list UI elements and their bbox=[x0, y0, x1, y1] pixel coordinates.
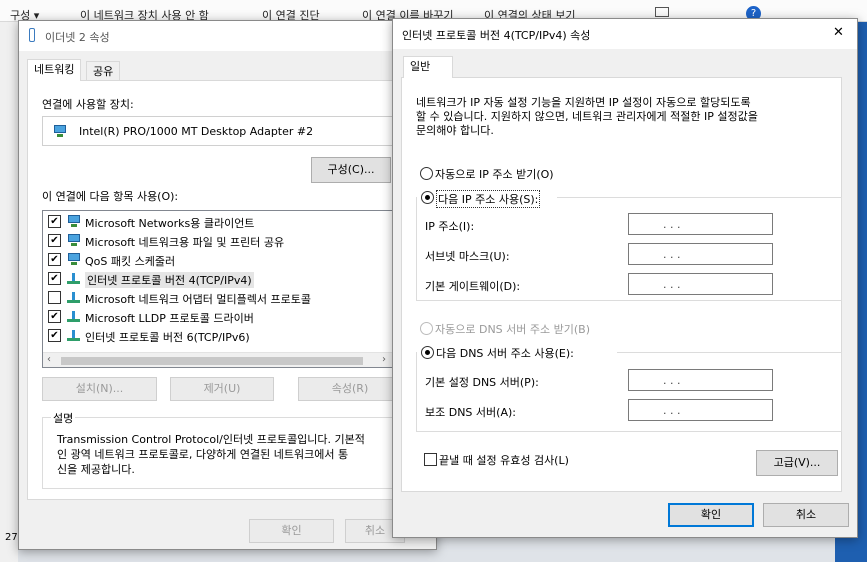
qos-icon bbox=[67, 253, 81, 265]
auto-dns-label[interactable]: 자동으로 DNS 서버 주소 받기(B) bbox=[435, 321, 590, 337]
background-left-pane: 27 bbox=[0, 22, 18, 562]
list-item[interactable]: ✔ QoS 패킷 스케줄러 bbox=[43, 250, 393, 269]
ipv4-cancel-button[interactable]: 취소 bbox=[763, 503, 849, 527]
item-checkbox[interactable]: ✔ bbox=[48, 310, 61, 323]
description-line-1: Transmission Control Protocol/인터넷 프로토콜입니… bbox=[57, 433, 365, 446]
ipv4-titlebar: 인터넷 프로토콜 버전 4(TCP/IPv4) 속성 ✕ bbox=[393, 19, 857, 49]
manual-ip-label[interactable]: 다음 IP 주소 사용(S): bbox=[436, 190, 541, 208]
install-button[interactable]: 설치(N)... bbox=[42, 377, 157, 401]
network-adapter-icon bbox=[53, 125, 67, 137]
subnet-mask-dots: . . . bbox=[663, 248, 681, 261]
network-client-icon bbox=[67, 215, 81, 227]
description-label: 설명 bbox=[51, 410, 76, 426]
advanced-button[interactable]: 고급(V)... bbox=[756, 450, 838, 476]
preferred-dns-input[interactable]: . . . bbox=[628, 369, 773, 391]
auto-ip-label[interactable]: 자동으로 IP 주소 받기(O) bbox=[435, 166, 554, 182]
items-list[interactable]: ✔ Microsoft Networks용 클라이언트 ✔ Microsoft 네트워… bbox=[42, 210, 394, 368]
item-checkbox[interactable]: ✔ bbox=[48, 272, 61, 285]
item-checkbox[interactable]: ✔ bbox=[48, 234, 61, 247]
ip-address-label: IP 주소(I): bbox=[425, 220, 475, 233]
ethernet-titlebar: 이더넷 2 속성 bbox=[19, 21, 436, 51]
description-line-3: 신을 제공합니다. bbox=[57, 463, 135, 476]
scroll-left-icon[interactable]: ‹ bbox=[47, 354, 51, 365]
view-icon[interactable] bbox=[655, 7, 669, 17]
protocol-icon bbox=[67, 291, 80, 303]
item-label: Microsoft 네트워크용 파일 및 프린터 공유 bbox=[85, 236, 285, 249]
intro-line-1: 네트워크가 IP 자동 설정 기능을 지원하면 IP 설정이 자동으로 할당되도… bbox=[416, 96, 751, 109]
alternate-dns-label: 보조 DNS 서버(A): bbox=[425, 406, 516, 419]
ethernet-dialog-title: 이더넷 2 속성 bbox=[45, 31, 110, 44]
subnet-mask-label: 서브넷 마스크(U): bbox=[425, 250, 510, 263]
tab-networking[interactable]: 네트워킹 bbox=[27, 59, 82, 81]
preferred-dns-label: 기본 설정 DNS 서버(P): bbox=[425, 376, 539, 389]
preferred-dns-dots: . . . bbox=[663, 374, 681, 387]
manual-dns-label[interactable]: 다음 DNS 서버 주소 사용(E): bbox=[436, 345, 574, 361]
validate-label[interactable]: 끝낼 때 설정 유효성 검사(L) bbox=[439, 452, 569, 468]
ip-address-dots: . . . bbox=[663, 218, 681, 231]
close-icon[interactable]: ✕ bbox=[833, 25, 844, 40]
intro-line-3: 문의해야 합니다. bbox=[416, 124, 494, 137]
items-label: 이 연결에 다음 항목 사용(O): bbox=[42, 190, 179, 203]
item-label: 인터넷 프로토콜 버전 4(TCP/IPv4) bbox=[85, 272, 254, 288]
list-item[interactable]: ✔ 인터넷 프로토콜 버전 4(TCP/IPv4) bbox=[43, 269, 393, 288]
list-item[interactable]: ✔ Microsoft LLDP 프로토콜 드라이버 bbox=[43, 307, 393, 326]
manual-ip-radio[interactable] bbox=[421, 191, 434, 204]
item-label: Microsoft Networks용 클라이언트 bbox=[85, 217, 255, 230]
adapter-name: Intel(R) PRO/1000 MT Desktop Adapter #2 bbox=[79, 125, 314, 138]
gateway-label: 기본 게이트웨이(D): bbox=[425, 280, 521, 293]
item-checkbox[interactable] bbox=[48, 291, 61, 304]
adapter-box: Intel(R) PRO/1000 MT Desktop Adapter #2 bbox=[42, 116, 430, 146]
manual-ip-group: 다음 IP 주소 사용(S): IP 주소(I): . . . 서브넷 마스크(… bbox=[416, 185, 842, 301]
scroll-right-icon[interactable]: › bbox=[382, 354, 386, 365]
list-item[interactable]: Microsoft 네트워크 어댑터 멀티플렉서 프로토콜 bbox=[43, 288, 393, 307]
ipv4-dialog-title: 인터넷 프로토콜 버전 4(TCP/IPv4) 속성 bbox=[402, 29, 591, 42]
auto-ip-radio[interactable] bbox=[420, 167, 433, 180]
protocol-icon bbox=[67, 272, 80, 284]
gateway-dots: . . . bbox=[663, 278, 681, 291]
auto-dns-radio[interactable] bbox=[420, 322, 433, 335]
manual-dns-group: 다음 DNS 서버 주소 사용(E): 기본 설정 DNS 서버(P): . .… bbox=[416, 340, 842, 432]
networking-panel: 연결에 사용할 장치: Intel(R) PRO/1000 MT Desktop… bbox=[27, 80, 430, 500]
ethernet-ok-button[interactable]: 확인 bbox=[249, 519, 334, 543]
alternate-dns-dots: . . . bbox=[663, 404, 681, 417]
list-item[interactable]: ✔ Microsoft Networks용 클라이언트 bbox=[43, 212, 393, 231]
subnet-mask-input[interactable]: . . . bbox=[628, 243, 773, 265]
tab-general[interactable]: 일반 bbox=[403, 56, 453, 78]
item-count: 27 bbox=[5, 532, 18, 543]
file-printer-share-icon bbox=[67, 234, 81, 246]
configure-button[interactable]: 구성(C)... bbox=[311, 157, 391, 183]
ip-address-input[interactable]: . . . bbox=[628, 213, 773, 235]
description-group: 설명 Transmission Control Protocol/인터넷 프로토… bbox=[42, 410, 394, 489]
ethernet-icon bbox=[29, 28, 35, 42]
scrollbar-thumb[interactable] bbox=[61, 357, 363, 365]
connect-using-label: 연결에 사용할 장치: bbox=[42, 98, 134, 111]
list-item[interactable]: ✔ Microsoft 네트워크용 파일 및 프린터 공유 bbox=[43, 231, 393, 250]
item-label: Microsoft LLDP 프로토콜 드라이버 bbox=[85, 312, 254, 325]
horizontal-scrollbar[interactable]: ‹ › bbox=[43, 352, 393, 367]
list-item[interactable]: ✔ 인터넷 프로토콜 버전 6(TCP/IPv6) bbox=[43, 326, 393, 345]
item-label: QoS 패킷 스케줄러 bbox=[85, 255, 176, 268]
ethernet-properties-dialog: 이더넷 2 속성 네트워킹 공유 연결에 사용할 장치: Intel(R) PR… bbox=[18, 20, 437, 550]
ipv4-ok-button[interactable]: 확인 bbox=[668, 503, 754, 527]
protocol-icon bbox=[67, 310, 80, 322]
item-checkbox[interactable]: ✔ bbox=[48, 329, 61, 342]
intro-line-2: 할 수 있습니다. 지원하지 않으면, 네트워크 관리자에게 적절한 IP 설정… bbox=[416, 110, 758, 123]
protocol-icon bbox=[67, 329, 80, 341]
alternate-dns-input[interactable]: . . . bbox=[628, 399, 773, 421]
general-panel: 네트워크가 IP 자동 설정 기능을 지원하면 IP 설정이 자동으로 할당되도… bbox=[401, 77, 842, 492]
remove-button[interactable]: 제거(U) bbox=[170, 377, 274, 401]
manual-dns-radio[interactable] bbox=[421, 346, 434, 359]
item-checkbox[interactable]: ✔ bbox=[48, 253, 61, 266]
item-checkbox[interactable]: ✔ bbox=[48, 215, 61, 228]
item-label: Microsoft 네트워크 어댑터 멀티플렉서 프로토콜 bbox=[85, 293, 311, 306]
item-label: 인터넷 프로토콜 버전 6(TCP/IPv6) bbox=[85, 331, 250, 344]
validate-checkbox[interactable] bbox=[424, 453, 437, 466]
description-line-2: 인 광역 네트워크 프로토콜로, 다양하게 연결된 네트워크에서 통 bbox=[57, 448, 349, 461]
gateway-input[interactable]: . . . bbox=[628, 273, 773, 295]
properties-button[interactable]: 속성(R) bbox=[298, 377, 402, 401]
ipv4-properties-dialog: 인터넷 프로토콜 버전 4(TCP/IPv4) 속성 ✕ 일반 네트워크가 IP… bbox=[392, 18, 858, 538]
